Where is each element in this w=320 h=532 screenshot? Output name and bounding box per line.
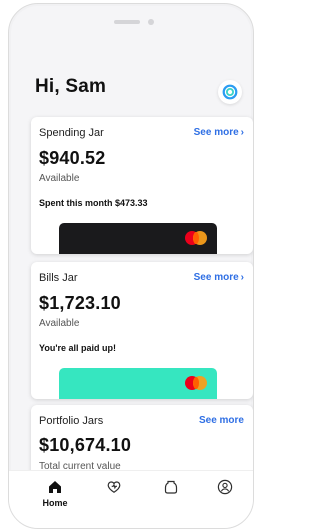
profile-icon — [217, 479, 233, 495]
see-more-link[interactable]: See more › — [194, 272, 244, 283]
mastercard-overlap — [193, 232, 199, 244]
spent-this-month: Spent this month $473.33 — [39, 198, 148, 208]
see-more-link[interactable]: See more › — [194, 127, 244, 138]
rings-icon[interactable] — [218, 80, 242, 104]
paid-status: You're all paid up! — [39, 343, 116, 353]
see-more-link[interactable]: See more — [199, 415, 244, 426]
card-title: Spending Jar — [39, 127, 104, 139]
phone-frame: Hi, Sam Spending Jar See more › $940.52 … — [8, 3, 254, 529]
mastercard-overlap — [193, 377, 199, 389]
tab-jar[interactable] — [157, 479, 185, 519]
see-more-label: See more — [193, 127, 239, 138]
home-icon — [49, 481, 61, 493]
see-more-label: See more — [193, 272, 239, 283]
bills-jar-card[interactable]: Bills Jar See more › $1,723.10 Available… — [31, 262, 253, 399]
available-amount: $940.52 — [39, 148, 106, 168]
amount-label: Available — [39, 318, 80, 329]
tab-heart[interactable] — [100, 479, 128, 519]
heart-icon — [107, 481, 121, 493]
greeting-title: Hi, Sam — [35, 76, 107, 97]
see-more-label: See more — [198, 415, 244, 426]
camera — [148, 19, 154, 25]
jar-icon — [164, 480, 178, 494]
card-title: Portfolio Jars — [39, 415, 104, 427]
debit-card-preview — [59, 223, 217, 254]
total-current-value: $10,674.10 — [39, 435, 132, 455]
mastercard-icon — [185, 376, 207, 390]
phone-notch — [114, 18, 154, 26]
speaker — [114, 20, 141, 24]
card-title: Bills Jar — [39, 272, 78, 284]
tab-home-label: Home — [42, 498, 68, 508]
bills-card-preview — [59, 368, 217, 399]
tab-profile[interactable] — [211, 479, 239, 519]
chevron-right-icon: › — [240, 272, 244, 283]
tab-home[interactable]: Home — [41, 479, 69, 519]
bottom-tab-bar: Home — [9, 470, 253, 528]
spending-jar-card[interactable]: Spending Jar See more › $940.52 Availabl… — [31, 117, 253, 254]
chevron-right-icon: › — [240, 127, 244, 138]
amount-label: Available — [39, 173, 80, 184]
mastercard-icon — [185, 231, 207, 245]
available-amount: $1,723.10 — [39, 293, 121, 313]
